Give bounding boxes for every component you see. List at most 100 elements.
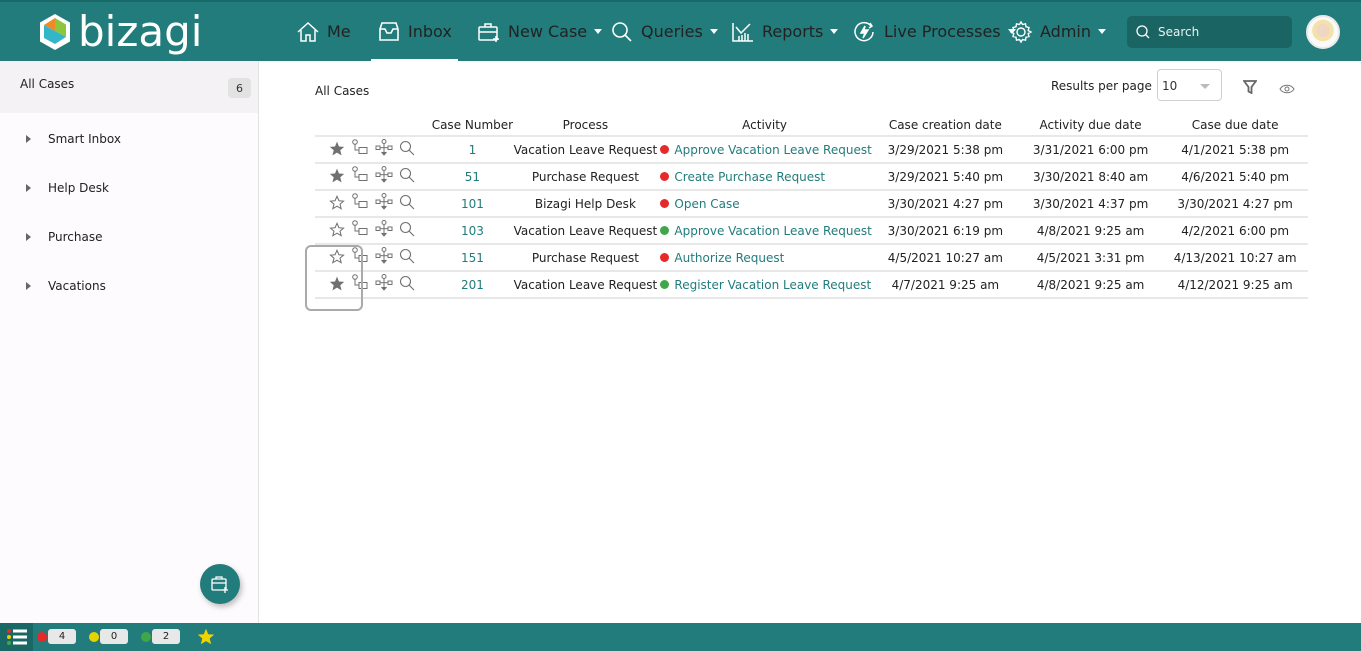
- sidebar-item-help-desk[interactable]: Help Desk: [0, 173, 259, 203]
- green-status-dot-icon: [141, 631, 151, 642]
- case-route-icon[interactable]: [351, 274, 369, 295]
- column-header-case-due-date[interactable]: Case due date: [1162, 114, 1308, 137]
- row-actions: [315, 244, 432, 272]
- case-route-icon[interactable]: [351, 220, 369, 241]
- table-row[interactable]: 1 Vacation Leave Request Approve Vacatio…: [315, 136, 1308, 164]
- sidebar-item-vacations[interactable]: Vacations: [0, 271, 259, 301]
- star-outline-icon[interactable]: [329, 194, 345, 213]
- new-case-fab-button[interactable]: [200, 564, 240, 604]
- case-route-icon[interactable]: [351, 166, 369, 187]
- case-creation-date-cell: 3/29/2021 5:40 pm: [871, 163, 1019, 191]
- case-route-icon[interactable]: [351, 139, 369, 160]
- activity-link[interactable]: Approve Vacation Leave Request: [674, 143, 871, 157]
- sidebar-item-label: Help Desk: [48, 181, 109, 195]
- search-icon[interactable]: [399, 221, 415, 240]
- lightning-icon: [854, 21, 874, 41]
- at-risk-cases-counter[interactable]: 0: [89, 629, 128, 644]
- table-row[interactable]: 101 Bizagi Help Desk Open Case 3/30/2021…: [315, 190, 1308, 218]
- nav-live-processes-label: Live Processes: [884, 22, 1001, 41]
- gear-icon: [1009, 20, 1033, 43]
- sidebar-all-cases[interactable]: All Cases 6: [0, 61, 258, 113]
- row-actions: [315, 271, 432, 299]
- sidebar-item-smart-inbox[interactable]: Smart Inbox: [0, 124, 259, 154]
- case-number-link[interactable]: 103: [461, 224, 484, 238]
- star-icon: [197, 628, 215, 645]
- case-number-link[interactable]: 151: [461, 251, 484, 265]
- overdue-cases-counter[interactable]: 4: [37, 629, 76, 644]
- process-cell: Bizagi Help Desk: [513, 190, 658, 218]
- search-input[interactable]: [1158, 25, 1278, 39]
- column-header-activity-due-date[interactable]: Activity due date: [1018, 114, 1163, 137]
- workflow-icon[interactable]: [375, 247, 393, 268]
- column-header-case-creation-date[interactable]: Case creation date: [871, 114, 1019, 137]
- red-status-dot-icon: [660, 144, 670, 154]
- case-number-link[interactable]: 201: [461, 278, 484, 292]
- workflow-icon[interactable]: [375, 274, 393, 295]
- workflow-icon[interactable]: [375, 193, 393, 214]
- footer-menu-button[interactable]: [0, 623, 33, 651]
- activity-link[interactable]: Register Vacation Leave Request: [674, 278, 871, 292]
- red-status-dot-icon: [660, 171, 670, 181]
- nav-reports[interactable]: Reports: [731, 2, 839, 61]
- workflow-icon[interactable]: [375, 139, 393, 160]
- nav-new-case[interactable]: New Case: [477, 2, 603, 61]
- table-row[interactable]: 103 Vacation Leave Request Approve Vacat…: [315, 217, 1308, 245]
- new-case-icon: [211, 576, 228, 593]
- case-number-cell: 103: [431, 217, 514, 245]
- activity-link[interactable]: Approve Vacation Leave Request: [674, 224, 871, 238]
- star-filled-icon[interactable]: [329, 141, 345, 159]
- results-per-page-select[interactable]: 10: [1157, 69, 1222, 101]
- column-header-process[interactable]: Process: [513, 114, 658, 137]
- sidebar-all-cases-label: All Cases: [20, 77, 75, 91]
- column-header-activity[interactable]: Activity: [657, 114, 872, 137]
- case-creation-date-cell: 3/30/2021 6:19 pm: [871, 217, 1019, 245]
- activity-due-date-cell: 3/30/2021 4:37 pm: [1018, 190, 1163, 218]
- bizagi-logo[interactable]: bizagi: [38, 6, 202, 58]
- nav-queries-label: Queries: [641, 22, 703, 41]
- search-icon[interactable]: [399, 248, 415, 267]
- on-time-cases-counter[interactable]: 2: [141, 629, 180, 644]
- search-icon[interactable]: [399, 140, 415, 159]
- case-number-link[interactable]: 51: [465, 170, 480, 184]
- nav-inbox[interactable]: Inbox: [371, 2, 458, 62]
- activity-link[interactable]: Open Case: [674, 197, 739, 211]
- case-number-link[interactable]: 101: [461, 197, 484, 211]
- yellow-status-dot-icon: [89, 631, 99, 642]
- column-visibility-button[interactable]: [1279, 80, 1295, 99]
- user-avatar[interactable]: [1306, 15, 1340, 49]
- star-filled-icon[interactable]: [329, 276, 345, 294]
- chart-icon: [732, 22, 753, 42]
- brand-name: bizagi: [78, 7, 203, 56]
- nav-admin[interactable]: Admin: [1009, 2, 1106, 61]
- workflow-icon[interactable]: [375, 166, 393, 187]
- search-icon: [612, 21, 632, 42]
- activity-link[interactable]: Authorize Request: [674, 251, 784, 265]
- nav-queries[interactable]: Queries: [610, 2, 718, 61]
- workflow-icon[interactable]: [375, 220, 393, 241]
- case-number-cell: 51: [431, 163, 514, 191]
- column-header-case-number[interactable]: Case Number: [431, 114, 514, 137]
- case-route-icon[interactable]: [351, 247, 369, 268]
- filter-button[interactable]: [1242, 79, 1258, 98]
- search-icon[interactable]: [399, 194, 415, 213]
- table-row[interactable]: 51 Purchase Request Create Purchase Requ…: [315, 163, 1308, 191]
- favorites-filter-button[interactable]: [197, 628, 215, 649]
- case-route-icon[interactable]: [351, 193, 369, 214]
- star-filled-icon[interactable]: [329, 168, 345, 186]
- chevron-down-icon: [1200, 84, 1210, 89]
- star-outline-icon[interactable]: [329, 221, 345, 240]
- sidebar-item-label: Purchase: [48, 230, 103, 244]
- star-outline-icon[interactable]: [329, 248, 345, 267]
- case-number-link[interactable]: 1: [469, 143, 477, 157]
- table-row[interactable]: 151 Purchase Request Authorize Request 4…: [315, 244, 1308, 272]
- activity-link[interactable]: Create Purchase Request: [674, 170, 825, 184]
- global-search[interactable]: [1127, 16, 1292, 48]
- nav-live-processes[interactable]: Live Processes: [853, 2, 1016, 61]
- table-row[interactable]: 201 Vacation Leave Request Register Vaca…: [315, 271, 1308, 299]
- search-icon[interactable]: [399, 275, 415, 294]
- search-icon[interactable]: [399, 167, 415, 186]
- sidebar-item-purchase[interactable]: Purchase: [0, 222, 259, 252]
- red-status-dot-icon: [37, 631, 47, 642]
- case-creation-date-cell: 3/29/2021 5:38 pm: [871, 136, 1019, 164]
- nav-me[interactable]: Me: [296, 2, 351, 61]
